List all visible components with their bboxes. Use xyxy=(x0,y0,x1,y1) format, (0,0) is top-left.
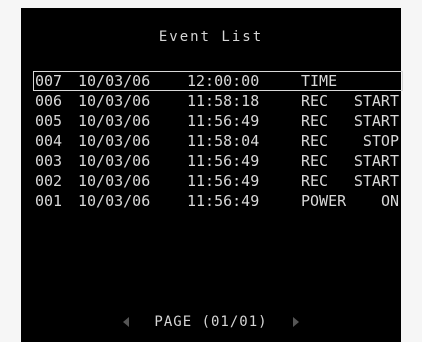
event-type: REC xyxy=(301,152,329,170)
event-number: 007 xyxy=(35,72,63,90)
event-type: REC xyxy=(301,92,329,110)
triangle-left-icon[interactable] xyxy=(122,317,129,327)
page-indicator: PAGE (01/01) xyxy=(21,314,401,330)
event-date: 10/03/06 xyxy=(78,92,151,110)
page-label: PAGE xyxy=(154,314,193,330)
event-row-004[interactable]: 004 10/03/06 11:58:04 REC STOP xyxy=(33,131,403,151)
event-date: 10/03/06 xyxy=(78,192,151,210)
event-row-003[interactable]: 003 10/03/06 11:56:49 REC START xyxy=(33,151,403,171)
event-time: 11:56:49 xyxy=(187,172,260,190)
event-number: 002 xyxy=(35,172,63,190)
event-number: 004 xyxy=(35,132,63,150)
event-date: 10/03/06 xyxy=(78,172,151,190)
event-number: 003 xyxy=(35,152,63,170)
screen-title: Event List xyxy=(158,29,264,45)
event-time: 11:56:49 xyxy=(187,192,260,210)
event-list: 007 10/03/06 12:00:00 TIME 006 10/03/06 … xyxy=(33,71,403,211)
event-detail: START xyxy=(353,152,399,170)
event-row-006[interactable]: 006 10/03/06 11:58:18 REC START xyxy=(33,91,403,111)
event-detail: START xyxy=(353,172,399,190)
event-detail: START xyxy=(353,112,399,130)
event-time: 11:58:18 xyxy=(187,92,260,110)
event-number: 001 xyxy=(35,192,63,210)
event-time: 11:56:49 xyxy=(187,152,260,170)
event-type: POWER xyxy=(301,192,347,210)
event-number: 006 xyxy=(35,92,63,110)
event-date: 10/03/06 xyxy=(78,72,151,90)
event-time: 11:56:49 xyxy=(187,112,260,130)
event-type: REC xyxy=(301,172,329,190)
event-detail: ON xyxy=(380,192,399,210)
event-type: REC xyxy=(301,132,329,150)
event-date: 10/03/06 xyxy=(78,152,151,170)
event-type: REC xyxy=(301,112,329,130)
event-time: 12:00:00 xyxy=(187,72,260,90)
event-time: 11:58:04 xyxy=(187,132,260,150)
event-detail: START xyxy=(353,92,399,110)
event-date: 10/03/06 xyxy=(78,132,151,150)
event-detail: STOP xyxy=(362,132,399,150)
event-date: 10/03/06 xyxy=(78,112,151,130)
event-row-002[interactable]: 002 10/03/06 11:56:49 REC START xyxy=(33,171,403,191)
event-number: 005 xyxy=(35,112,63,130)
event-row-005[interactable]: 005 10/03/06 11:56:49 REC START xyxy=(33,111,403,131)
event-list-screen: Event List 007 10/03/06 12:00:00 TIME 00… xyxy=(21,8,403,342)
event-type: TIME xyxy=(301,72,338,90)
event-row-007[interactable]: 007 10/03/06 12:00:00 TIME xyxy=(33,71,403,91)
event-row-001[interactable]: 001 10/03/06 11:56:49 POWER ON xyxy=(33,191,403,211)
page-value: (01/01) xyxy=(201,314,268,330)
triangle-right-icon[interactable] xyxy=(293,317,300,327)
